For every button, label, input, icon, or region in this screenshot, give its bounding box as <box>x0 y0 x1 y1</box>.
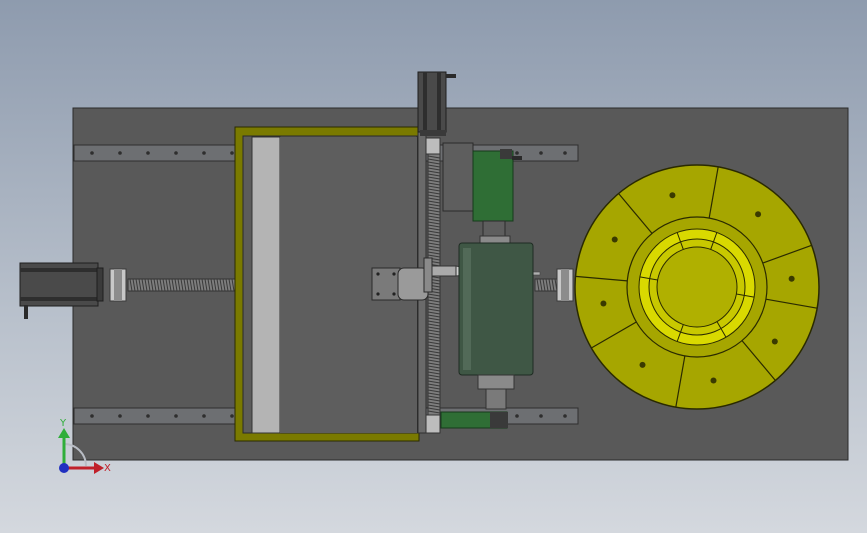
ball-screw-left <box>127 278 238 292</box>
disc-bolt-hole <box>611 236 618 243</box>
x-axis-label: X <box>104 463 111 474</box>
rail-hole <box>90 414 94 418</box>
rotary-disc <box>574 164 820 410</box>
bearing-block-left <box>109 268 127 302</box>
rail-hole <box>202 414 206 418</box>
rail-hole <box>539 414 543 418</box>
rail-hole <box>118 151 122 155</box>
rail-hole <box>146 151 150 155</box>
rail-hole <box>230 151 234 155</box>
rail-hole <box>563 151 567 155</box>
disc-bolt-hole <box>600 300 607 307</box>
rail-hole <box>539 151 543 155</box>
disc-bolt-hole <box>639 361 646 368</box>
rail-hole <box>202 151 206 155</box>
rail-hole <box>174 414 178 418</box>
disc-bolt-hole <box>755 211 762 218</box>
spindle-motor-bottom <box>440 411 508 429</box>
disc-bolt-hole <box>669 192 676 199</box>
disc-bolt-hole <box>771 338 778 345</box>
rail-hole <box>515 151 519 155</box>
rail-hole <box>118 414 122 418</box>
rail-hole <box>563 414 567 418</box>
rail-hole <box>146 414 150 418</box>
rail-hole <box>515 414 519 418</box>
disc-bolt-hole <box>788 275 795 282</box>
rail-hole <box>174 151 178 155</box>
rail-hole <box>90 151 94 155</box>
cad-viewport[interactable]: Y X <box>0 0 867 533</box>
disc-bolt-hole <box>710 377 717 384</box>
rail-hole <box>230 414 234 418</box>
y-axis-label: Y <box>59 418 67 429</box>
